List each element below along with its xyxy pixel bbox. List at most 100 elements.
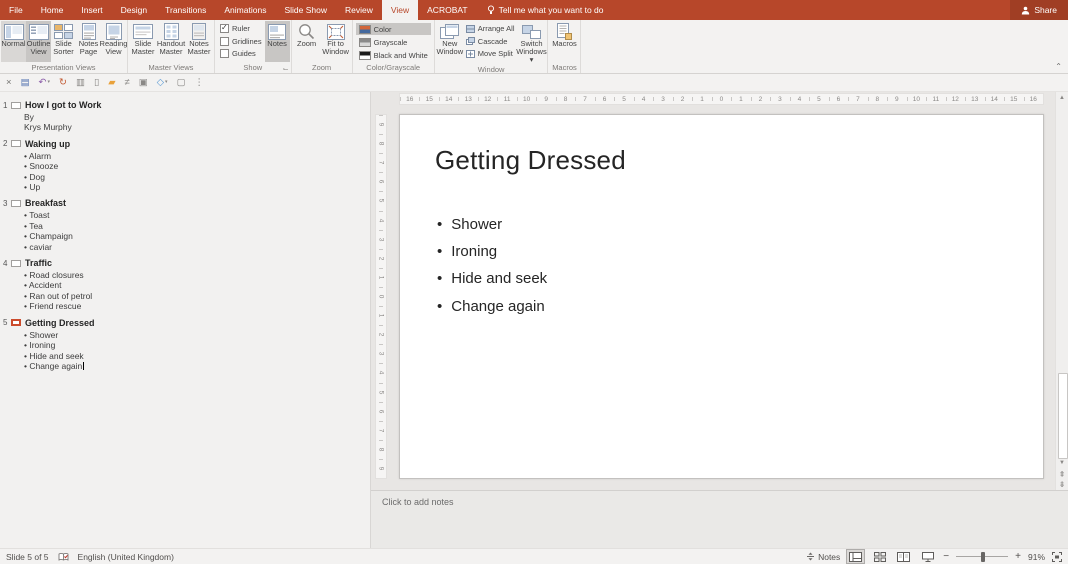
outline-bullet-line[interactable]: By (24, 112, 370, 122)
outline-bullet-line[interactable]: Ironing (24, 340, 370, 350)
menu-tab-animations[interactable]: Animations (215, 0, 275, 20)
notes-toggle-button[interactable]: Notes (806, 552, 840, 562)
outline-bullet-line[interactable]: Shower (24, 330, 370, 340)
undo-icon-dropdown[interactable]: ▾ (48, 80, 51, 85)
outline-slide-5[interactable]: 5 Getting Dressed ShowerIroningHide and se… (3, 317, 370, 372)
outline-bullet-line[interactable]: Toast (24, 210, 370, 220)
open-folder-icon[interactable]: ▰ (108, 78, 115, 88)
tell-me-box[interactable]: Tell me what you want to do (477, 0, 614, 20)
outline-slide-title[interactable]: Traffic (25, 258, 52, 268)
share-button[interactable]: Share (1010, 0, 1068, 20)
black-and-white-option[interactable]: Black and White (356, 49, 431, 61)
save-icon[interactable]: ▤ (21, 78, 30, 88)
show-dialog-launcher-icon[interactable]: ⌙ (283, 65, 289, 73)
horizontal-ruler[interactable]: 16 15 14 13 12 11 10 9 8 7 6 5 4 3 2 1 0 1 2 3 4 5 6 7 8 9 10 11 12 1… (399, 93, 1044, 105)
slide-sorter-status-button[interactable] (871, 550, 888, 563)
outline-slide-head-2[interactable]: 2 Waking up (3, 138, 370, 150)
outline-slide-title[interactable]: How I got to Work (25, 100, 101, 110)
fit-to-window-button[interactable]: Fit to Window (321, 21, 351, 62)
slide-thumbnail-icon[interactable] (11, 140, 21, 148)
slide-show-status-button[interactable] (919, 550, 936, 563)
language-status[interactable]: English (United Kingdom) (78, 552, 174, 562)
outline-bullet-line[interactable]: Snooze (24, 161, 370, 171)
outline-pane[interactable]: 1 How I got to Work By Krys Murphy 2 Waking u… (0, 92, 371, 548)
grayscale-option[interactable]: Grayscale (356, 36, 431, 48)
zoom-button[interactable]: Zoom (293, 21, 321, 62)
notes-placeholder[interactable]: Click to add notes (382, 497, 454, 507)
slide-thumbnail-icon[interactable] (11, 259, 21, 267)
outline-bullet-line[interactable]: Champaign (24, 231, 370, 241)
guides-checkbox-box[interactable] (220, 49, 229, 58)
outline-bullet-line[interactable]: Hide and seek (24, 351, 370, 361)
ruler-checkbox-box[interactable] (220, 23, 229, 33)
shapes-icon-dropdown[interactable]: ▾ (165, 80, 168, 85)
menu-tab-view[interactable]: View (381, 0, 419, 20)
slide-thumbnail-icon[interactable] (11, 199, 21, 207)
zoom-slider[interactable] (956, 551, 1009, 562)
undo-icon[interactable]: ↶ ▾ (39, 78, 50, 88)
spell-check-icon[interactable] (58, 552, 69, 562)
macros-button[interactable]: Macros (549, 21, 579, 62)
gridlines-checkbox[interactable]: Gridlines (220, 36, 262, 46)
reading-view-button[interactable]: Reading View (100, 21, 127, 62)
outline-bullet-line[interactable]: Tea (24, 221, 370, 231)
menu-tab-design[interactable]: Design (112, 0, 156, 20)
move-split-button[interactable]: Move Split (465, 48, 515, 59)
outline-bullet-line[interactable]: Up (24, 182, 370, 192)
outline-slide-title[interactable]: Getting Dressed (25, 318, 95, 328)
outline-view-button[interactable]: Outline View (26, 21, 51, 62)
scrollbar-thumb[interactable] (1058, 373, 1068, 459)
next-slide-icon[interactable]: ⇟ (1056, 479, 1068, 489)
outline-bullet-line[interactable]: Alarm (24, 151, 370, 161)
outline-bullet-line[interactable]: Change again (24, 361, 370, 371)
outline-slide-title[interactable]: Waking up (25, 139, 70, 149)
redo-icon[interactable]: ↻ (59, 78, 67, 88)
switch-windows-button[interactable]: Switch Windows ▾ (516, 21, 547, 64)
guides-checkbox[interactable]: Guides (220, 49, 262, 58)
slide-editor[interactable]: Getting Dressed ShowerIroningHide and se… (399, 114, 1044, 479)
slide-thumbnail-icon[interactable] (11, 319, 21, 327)
camera-icon[interactable]: ▣ (139, 78, 148, 88)
outline-bullet-line[interactable]: caviar (24, 242, 370, 252)
menu-tab-file[interactable]: File (0, 0, 32, 20)
notes-pane[interactable]: Click to add notes (371, 490, 1068, 548)
notes-button[interactable]: Notes (264, 21, 290, 62)
scroll-up-icon[interactable]: ▲ (1056, 93, 1068, 103)
arrange-all-button[interactable]: Arrange All (465, 23, 514, 34)
outline-bullet-line[interactable]: Ran out of petrol (24, 291, 370, 301)
zoom-percentage[interactable]: 91% (1028, 552, 1045, 562)
menu-tab-insert[interactable]: Insert (72, 0, 111, 20)
slide-master-button[interactable]: Slide Master (129, 21, 157, 62)
menu-tab-transitions[interactable]: Transitions (156, 0, 215, 20)
color-option[interactable]: Color (355, 23, 431, 35)
notes-page-button[interactable]: Notes Page (76, 21, 101, 62)
normal-view-button[interactable]: Normal (1, 21, 26, 62)
zoom-in-button[interactable]: + (1015, 551, 1021, 562)
vertical-scrollbar[interactable]: ▲ ▼ ⇞ ⇟ (1055, 92, 1068, 490)
outline-slide-2[interactable]: 2 Waking up AlarmSnoozeDogUp (3, 138, 370, 193)
reading-view-status-button[interactable] (895, 550, 912, 563)
outline-slide-head-4[interactable]: 4 Traffic (3, 257, 370, 269)
notes-master-button[interactable]: Notes Master (185, 21, 213, 62)
slide-sorter-button[interactable]: Slide Sorter (51, 21, 76, 62)
slide-bullet-item[interactable]: Shower (437, 211, 547, 238)
ruler-checkbox[interactable]: Ruler (220, 23, 262, 33)
zoom-out-button[interactable]: − (943, 551, 949, 562)
outline-bullet-line[interactable]: Accident (24, 280, 370, 290)
outline-slide-head-1[interactable]: 1 How I got to Work (3, 99, 370, 111)
outline-slide-head-3[interactable]: 3 Breakfast (3, 197, 370, 209)
new-file-icon[interactable]: ▯ (94, 78, 99, 88)
outline-bullet-line[interactable]: Friend rescue (24, 301, 370, 311)
window-icon[interactable]: ▢ (177, 78, 186, 88)
outline-bullet-line[interactable]: Krys Murphy (24, 122, 370, 132)
outline-slide-3[interactable]: 3 Breakfast ToastTeaChampaigncaviar (3, 197, 370, 252)
menu-tab-slide-show[interactable]: Slide Show (275, 0, 336, 20)
new-window-button[interactable]: New Window (436, 21, 464, 64)
fit-slide-to-window-icon[interactable] (1052, 551, 1062, 562)
outline-bullet-line[interactable]: Dog (24, 172, 370, 182)
pen-icon[interactable]: ≠ (125, 78, 130, 88)
menu-tab-review[interactable]: Review (336, 0, 382, 20)
scroll-down-icon[interactable]: ▼ (1056, 458, 1068, 468)
cascade-button[interactable]: Cascade (465, 36, 515, 47)
menu-tab-home[interactable]: Home (32, 0, 73, 20)
